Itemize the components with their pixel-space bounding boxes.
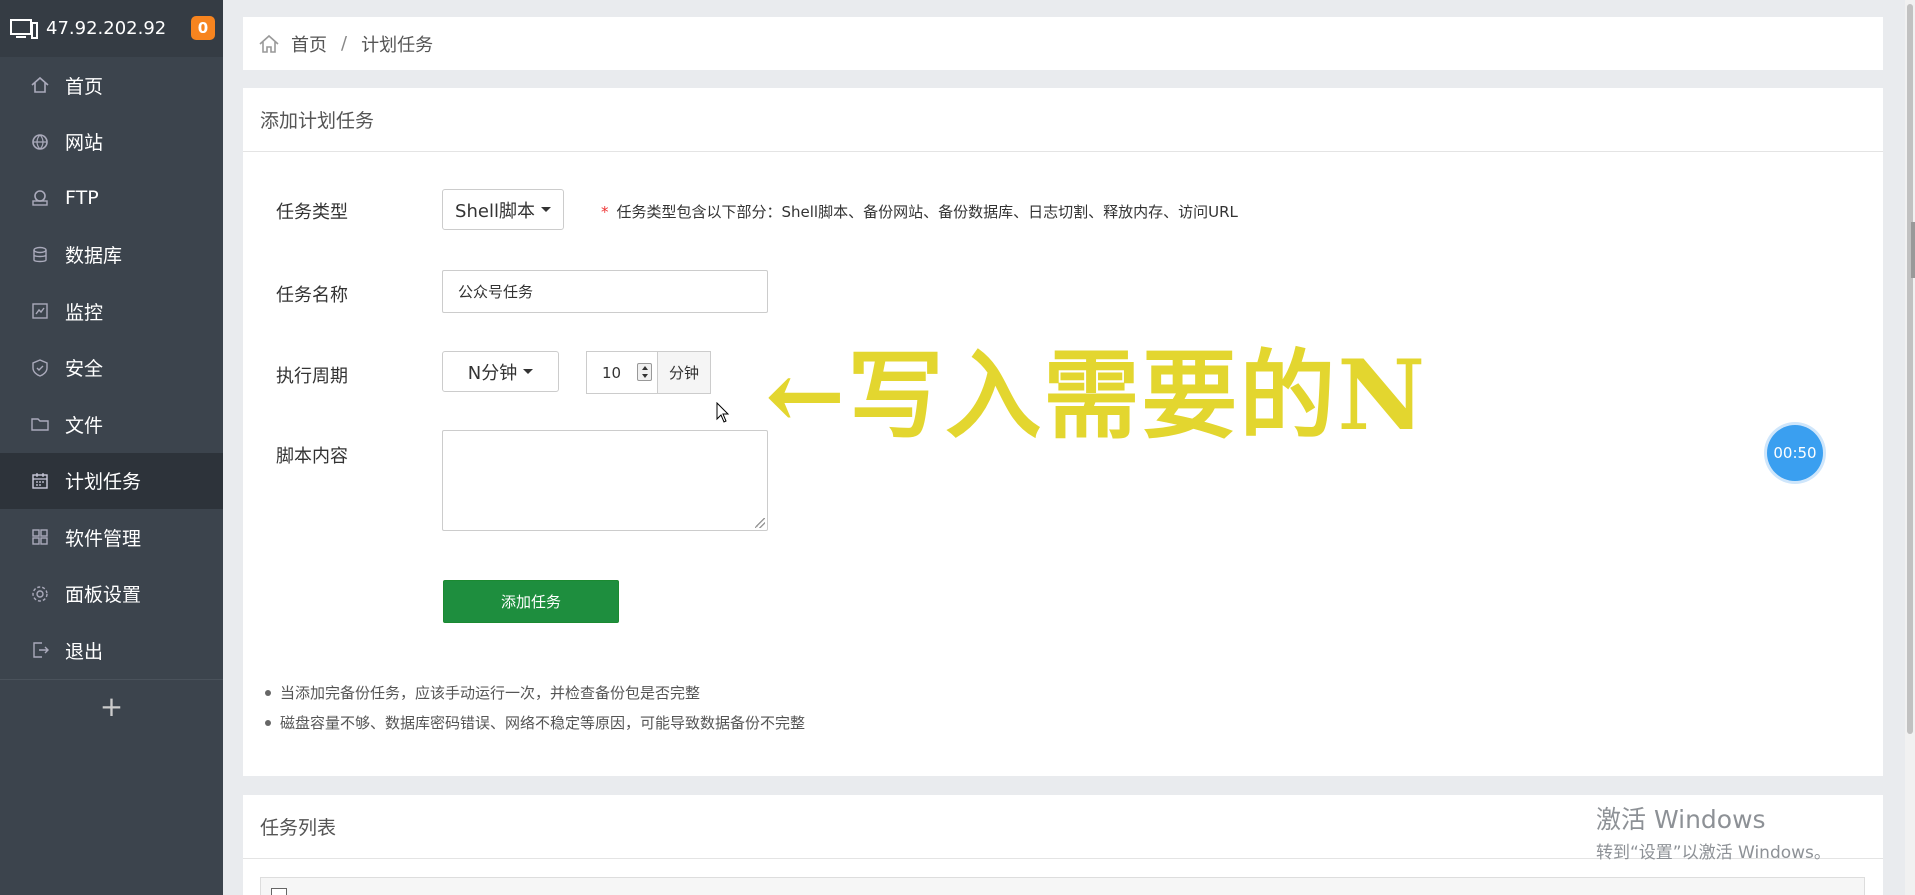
script-content-label: 脚本内容 [276, 446, 348, 467]
chevron-down-icon [523, 369, 534, 374]
globe-icon [30, 132, 50, 152]
task-type-dropdown[interactable]: Shell脚本 [442, 189, 564, 230]
task-type-value: Shell脚本 [455, 200, 535, 222]
sidebar-item-label: 文件 [65, 414, 104, 437]
spinner-arrows-icon[interactable] [637, 363, 652, 381]
resize-grip-icon[interactable] [755, 518, 765, 528]
add-menu-button[interactable]: + [0, 678, 223, 733]
script-content-textarea[interactable] [442, 430, 768, 531]
notification-badge[interactable]: 0 [191, 16, 215, 40]
sidebar: 47.92.202.92 0 首页 网站 FTP 数据库 监控 安全 文件 计划… [0, 0, 223, 895]
sidebar-item-software[interactable]: 软件管理 [0, 509, 223, 566]
sidebar-item-label: 监控 [65, 301, 104, 324]
logout-icon [30, 640, 50, 660]
database-icon [30, 245, 50, 265]
sidebar-item-label: 数据库 [65, 245, 123, 268]
calendar-icon [30, 471, 50, 491]
required-star: * [601, 203, 609, 221]
add-task-button[interactable]: 添加任务 [443, 580, 619, 623]
notes-list: 当添加完备份任务，应该手动运行一次，并检查备份包是否完整 磁盘容量不够、数据库密… [265, 678, 805, 738]
sidebar-item-website[interactable]: 网站 [0, 114, 223, 171]
panel-title: 添加计划任务 [243, 88, 1883, 152]
sidebar-item-cron[interactable]: 计划任务 [0, 452, 223, 509]
home-icon [30, 75, 50, 95]
home-icon[interactable] [257, 32, 281, 56]
gear-icon [30, 584, 50, 604]
shield-icon [30, 358, 50, 378]
sidebar-item-files[interactable]: 文件 [0, 396, 223, 453]
folder-icon [30, 414, 50, 434]
sidebar-item-monitor[interactable]: 监控 [0, 283, 223, 340]
ftp-icon [30, 188, 50, 208]
sidebar-item-logout[interactable]: 退出 [0, 622, 223, 679]
period-dropdown[interactable]: N分钟 [442, 351, 559, 392]
server-header[interactable]: 47.92.202.92 0 [0, 0, 223, 57]
chevron-down-icon [540, 207, 551, 212]
sidebar-item-label: 计划任务 [65, 471, 142, 494]
sidebar-item-database[interactable]: 数据库 [0, 227, 223, 284]
scroll-marker [1911, 222, 1915, 278]
breadcrumb-separator: / [341, 33, 348, 54]
breadcrumb: 首页 / 计划任务 [243, 17, 1883, 70]
period-label: 执行周期 [276, 366, 348, 387]
monitor-icon [30, 301, 50, 321]
task-type-hint: * 任务类型包含以下部分：Shell脚本、备份网站、备份数据库、日志切割、释放内存… [601, 201, 1238, 222]
vertical-scrollbar[interactable] [1905, 0, 1915, 895]
sidebar-item-security[interactable]: 安全 [0, 340, 223, 397]
sidebar-item-label: 面板设置 [65, 584, 142, 607]
list-item: 磁盘容量不够、数据库密码错误、网络不稳定等原因，可能导致数据备份不完整 [265, 708, 805, 738]
sidebar-item-label: FTP [65, 187, 99, 210]
task-name-input[interactable]: 公众号任务 [442, 270, 768, 313]
server-ip: 47.92.202.92 [46, 18, 167, 39]
task-table-header [260, 877, 1865, 895]
select-all-checkbox[interactable] [271, 888, 287, 895]
sidebar-item-label: 安全 [65, 358, 104, 381]
minute-stepper[interactable]: 10 [586, 351, 658, 394]
minute-value: 10 [602, 363, 622, 382]
apps-icon [30, 527, 50, 547]
mouse-cursor-icon [716, 402, 730, 423]
list-item: 当添加完备份任务，应该手动运行一次，并检查备份包是否完整 [265, 678, 805, 708]
sidebar-item-ftp[interactable]: FTP [0, 170, 223, 227]
sidebar-item-settings[interactable]: 面板设置 [0, 566, 223, 623]
sidebar-item-label: 首页 [65, 75, 104, 98]
sidebar-item-label: 退出 [65, 640, 104, 663]
task-name-label: 任务名称 [276, 285, 348, 306]
windows-activation-watermark: 激活 Windows 转到“设置”以激活 Windows。 [1596, 800, 1831, 863]
watermark-line2: 转到“设置”以激活 Windows。 [1596, 843, 1831, 863]
timer-badge[interactable]: 00:50 [1767, 425, 1823, 481]
minute-unit: 分钟 [657, 351, 711, 394]
sidebar-item-home[interactable]: 首页 [0, 57, 223, 114]
task-type-hint-text: 任务类型包含以下部分：Shell脚本、备份网站、备份数据库、日志切割、释放内存、… [616, 203, 1238, 221]
breadcrumb-current: 计划任务 [361, 34, 434, 56]
annotation-overlay: ←写入需要的N [765, 339, 1428, 452]
scrollbar-thumb[interactable] [1907, 4, 1913, 734]
watermark-line1: 激活 Windows [1596, 805, 1766, 834]
computer-icon [10, 18, 38, 39]
sidebar-item-label: 软件管理 [65, 527, 142, 550]
breadcrumb-home[interactable]: 首页 [291, 31, 327, 57]
sidebar-item-label: 网站 [65, 132, 104, 155]
task-type-label: 任务类型 [276, 202, 348, 223]
period-value: N分钟 [467, 362, 518, 384]
